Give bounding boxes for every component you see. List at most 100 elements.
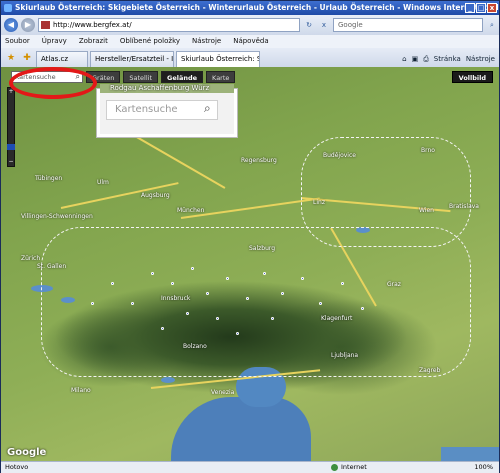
ski-resort-marker[interactable] <box>161 327 164 330</box>
ski-resort-marker[interactable] <box>216 317 219 320</box>
favorites-star-icon[interactable]: ★ <box>4 51 18 65</box>
ski-resort-marker[interactable] <box>191 267 194 270</box>
title-bar[interactable]: Skiurlaub Österreich: Skigebiete Österre… <box>1 1 499 15</box>
menu-item-edit[interactable]: Úpravy <box>42 35 67 48</box>
zoom-out-icon[interactable]: − <box>8 159 14 165</box>
ie-app-icon <box>4 4 12 12</box>
ski-resort-marker[interactable] <box>226 277 229 280</box>
city-label: Ulm <box>97 179 109 186</box>
stop-icon[interactable]: x <box>318 19 330 31</box>
city-label: Innsbruck <box>161 295 191 302</box>
map-mode-terrain[interactable]: Gelände <box>161 71 204 83</box>
ski-resort-marker[interactable] <box>271 317 274 320</box>
ski-resort-marker[interactable] <box>171 282 174 285</box>
security-zone: Internet <box>331 462 367 473</box>
city-label: Graz <box>387 281 401 288</box>
ski-resort-marker[interactable] <box>91 302 94 305</box>
page-menu[interactable]: Stránka <box>434 52 461 67</box>
city-label: Bratislava <box>449 203 479 210</box>
ski-resort-marker[interactable] <box>111 282 114 285</box>
sea-corner <box>441 447 499 461</box>
zoom-slider[interactable]: + − <box>7 87 15 167</box>
terrain-map[interactable]: Tübingen München Ulm Augsburg Innsbruck … <box>1 67 499 461</box>
city-label: Zagreb <box>419 367 441 374</box>
menu-item-favorites[interactable]: Oblíbené položky <box>120 35 180 48</box>
window-title: Skiurlaub Österreich: Skigebiete Österre… <box>15 3 499 12</box>
search-icon[interactable]: ⌕ <box>204 101 211 116</box>
feeds-icon[interactable]: ▣ <box>412 52 419 67</box>
inset-map-strip: Rodgau Aschaffenburg Würz <box>100 84 234 93</box>
ski-resort-marker[interactable] <box>151 272 154 275</box>
url-text: http://www.bergfex.at/ <box>53 21 132 29</box>
ski-resort-marker[interactable] <box>236 332 239 335</box>
zoomed-search-inset: Rodgau Aschaffenburg Würz Kartensuche ⌕ <box>97 84 237 137</box>
tab-atlas[interactable]: Atlas.cz <box>36 51 88 67</box>
inset-search-field[interactable]: Kartensuche <box>106 100 218 120</box>
menu-item-tools[interactable]: Nástroje <box>192 35 221 48</box>
city-label: Klagenfurt <box>321 315 353 322</box>
city-label: Salzburg <box>249 245 276 252</box>
print-icon[interactable]: ⎙ <box>423 52 429 67</box>
menu-bar: Soubor Úpravy Zobrazit Oblíbené položky … <box>1 35 499 48</box>
city-label: Wien <box>419 207 434 214</box>
ski-resort-marker[interactable] <box>281 292 284 295</box>
refresh-icon[interactable]: ↻ <box>303 19 315 31</box>
ski-resort-marker[interactable] <box>301 277 304 280</box>
google-logo: Google <box>7 447 47 458</box>
city-label: Regensburg <box>241 157 277 164</box>
ski-resort-marker[interactable] <box>263 272 266 275</box>
menu-item-view[interactable]: Zobrazit <box>79 35 108 48</box>
ski-resort-marker[interactable] <box>186 312 189 315</box>
city-label: Tübingen <box>35 175 63 182</box>
city-label: St. Gallen <box>37 263 67 270</box>
site-favicon <box>41 21 50 29</box>
url-field[interactable]: http://www.bergfex.at/ <box>38 18 300 32</box>
menu-item-help[interactable]: Nápověda <box>233 35 268 48</box>
ski-resort-marker[interactable] <box>246 297 249 300</box>
tab-label: Atlas.cz <box>41 55 69 63</box>
map-mode-map[interactable]: Karte <box>206 71 236 83</box>
tab-hersteller[interactable]: Hersteller/Ersatzteil - Intern Repo <box>90 51 174 67</box>
city-label: Villingen-Schwenningen <box>21 213 93 220</box>
ski-resort-marker[interactable] <box>341 282 344 285</box>
city-label: Budějovice <box>323 152 356 159</box>
tools-menu[interactable]: Nástroje <box>466 52 495 67</box>
home-icon[interactable]: ⌂ <box>402 52 406 67</box>
back-button[interactable]: ◀ <box>4 18 18 32</box>
search-icon[interactable]: ⌕ <box>486 19 498 31</box>
globe-icon <box>331 463 338 471</box>
add-favorites-icon[interactable]: ✚ <box>20 51 34 65</box>
minimize-button[interactable]: _ <box>465 3 475 13</box>
zoom-level[interactable]: 100% <box>474 462 493 473</box>
tab-skiurlaub[interactable]: Skiurlaub Österreich: S...x <box>176 51 260 67</box>
close-window-button[interactable]: x <box>487 3 497 13</box>
command-bar: ⌂ ▣ ⎙ Stránka Nástroje <box>402 52 499 67</box>
fullscreen-button[interactable]: Vollbild <box>451 71 493 83</box>
maximize-button[interactable]: □ <box>476 3 486 13</box>
adriatic-sea <box>171 397 311 461</box>
address-bar: ◀ ▶ http://www.bergfex.at/ ↻ x Google ⌕ <box>1 15 499 35</box>
tab-bar: ★ ✚ Atlas.cz Hersteller/Ersatzteil - Int… <box>1 48 499 67</box>
menu-item-file[interactable]: Soubor <box>5 35 30 48</box>
city-label: Augsburg <box>141 192 170 199</box>
city-label: Bolzano <box>183 343 207 350</box>
status-bar: Hotovo Internet 100% <box>1 461 499 473</box>
zoom-handle[interactable] <box>7 144 15 150</box>
ski-resort-marker[interactable] <box>206 292 209 295</box>
city-label: Linz <box>313 199 325 206</box>
city-label: Venezia <box>211 389 235 396</box>
tab-label: Skiurlaub Österreich: S... <box>181 55 260 63</box>
map-mode-satellite[interactable]: Satellit <box>123 71 158 83</box>
forward-button[interactable]: ▶ <box>21 18 35 32</box>
city-label: Ljubljana <box>331 352 359 359</box>
search-input[interactable]: Google <box>333 18 483 32</box>
window-controls: _ □ x <box>465 3 497 13</box>
ski-resort-marker[interactable] <box>361 307 364 310</box>
zone-label: Internet <box>341 463 367 471</box>
ski-resort-marker[interactable] <box>319 302 322 305</box>
ski-resort-marker[interactable] <box>131 302 134 305</box>
highlight-circle <box>9 67 97 99</box>
city-label: Zürich <box>21 255 41 262</box>
tab-label: Hersteller/Ersatzteil - Intern Repo <box>95 55 174 63</box>
status-text: Hotovo <box>5 463 29 471</box>
